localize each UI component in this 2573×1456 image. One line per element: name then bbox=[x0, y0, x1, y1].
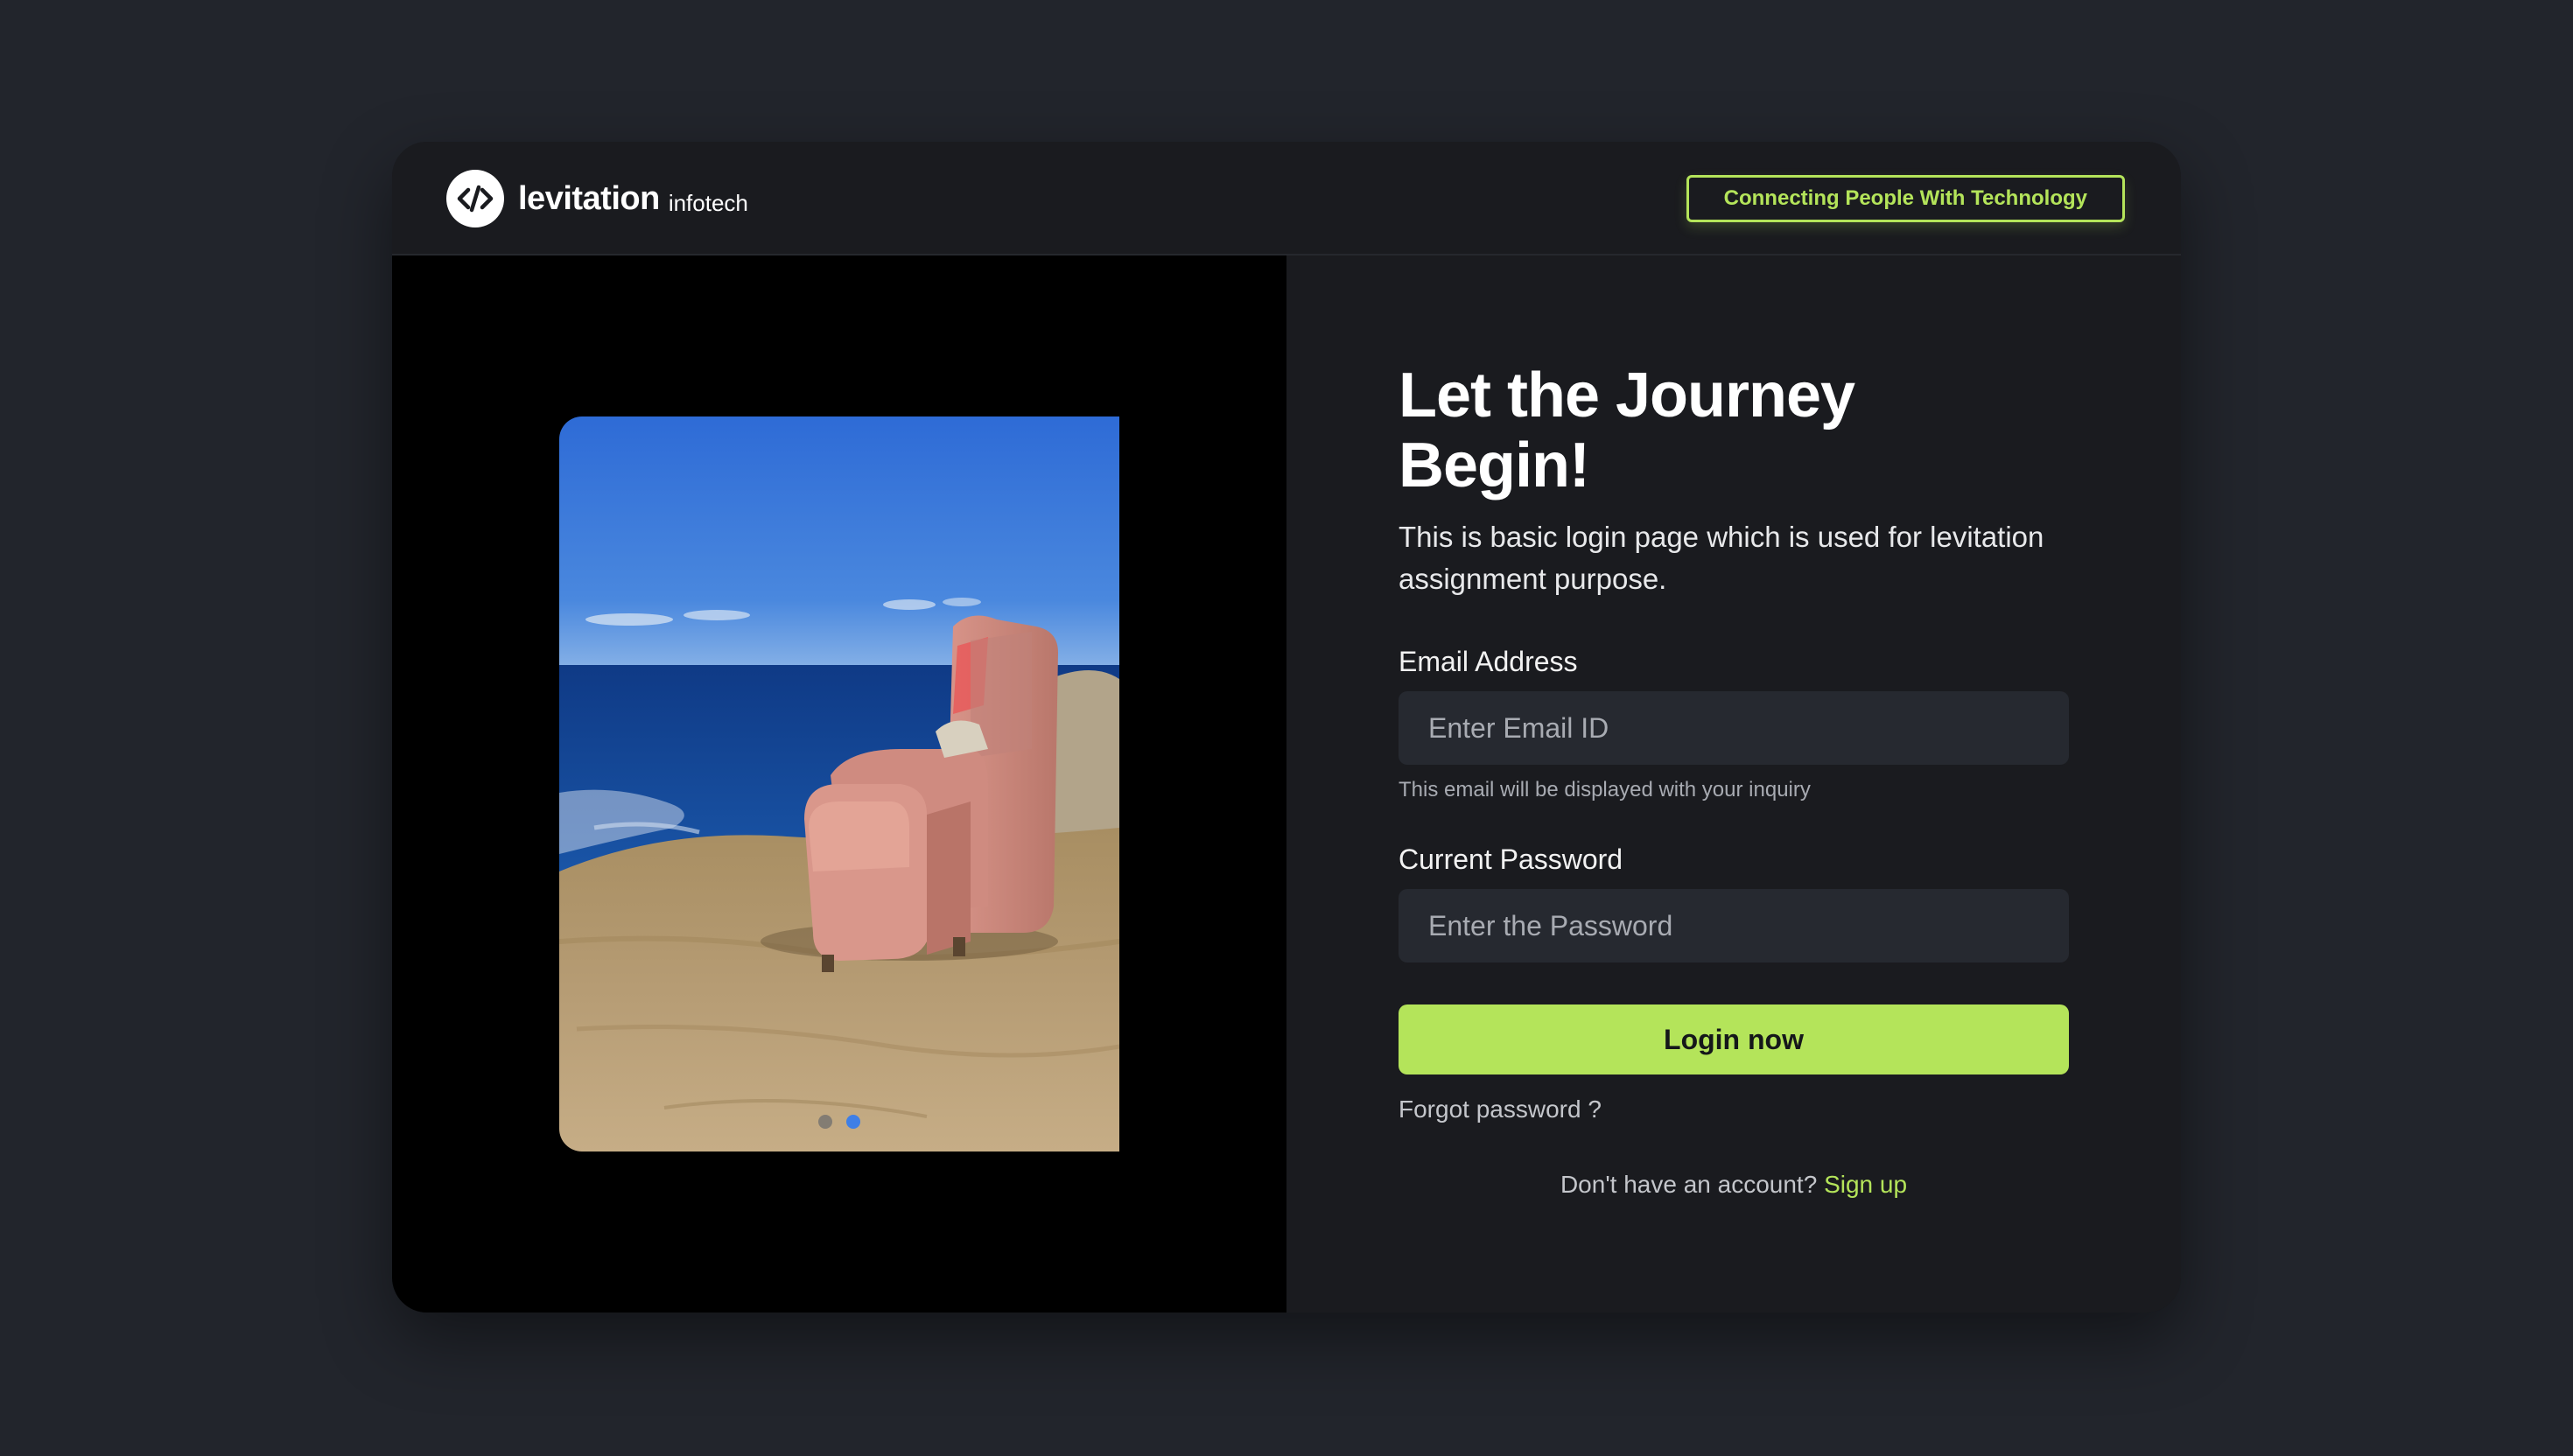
armchair-on-cliff-photo bbox=[559, 416, 1119, 1152]
code-brackets-icon bbox=[446, 170, 504, 228]
signup-link[interactable]: Sign up bbox=[1824, 1171, 1907, 1198]
password-field[interactable] bbox=[1399, 889, 2069, 962]
top-bar: levitation infotech Connecting People Wi… bbox=[392, 142, 2181, 256]
brand-name: levitation bbox=[518, 179, 660, 217]
password-label: Current Password bbox=[1399, 844, 1623, 875]
signup-prompt: Don't have an account? bbox=[1560, 1171, 1818, 1198]
brand-logo[interactable]: levitation infotech bbox=[446, 170, 748, 228]
form-panel: Let the Journey Begin! This is basic log… bbox=[1286, 256, 2181, 1312]
forgot-password-link[interactable]: Forgot password ? bbox=[1399, 1092, 1602, 1127]
carousel-dots bbox=[559, 1115, 1119, 1129]
email-field[interactable] bbox=[1399, 691, 2069, 765]
email-label: Email Address bbox=[1399, 646, 1578, 677]
page-title: Let the Journey Begin! bbox=[1399, 360, 1855, 500]
email-hint: This email will be displayed with your i… bbox=[1399, 778, 1811, 802]
page-subtitle: This is basic login page which is used f… bbox=[1399, 521, 2044, 595]
image-panel bbox=[392, 256, 1286, 1312]
login-card: levitation infotech Connecting People Wi… bbox=[392, 142, 2181, 1312]
brand-subname: infotech bbox=[668, 189, 748, 216]
carousel-dot-2[interactable] bbox=[846, 1115, 860, 1129]
tagline-badge: Connecting People With Technology bbox=[1686, 175, 2125, 222]
signup-row: Don't have an account? Sign up bbox=[1399, 1167, 2069, 1202]
login-button[interactable]: Login now bbox=[1399, 1004, 2069, 1074]
carousel-image[interactable] bbox=[559, 416, 1119, 1152]
login-form: Let the Journey Begin! This is basic log… bbox=[1399, 360, 2069, 1202]
carousel-dot-1[interactable] bbox=[818, 1115, 832, 1129]
